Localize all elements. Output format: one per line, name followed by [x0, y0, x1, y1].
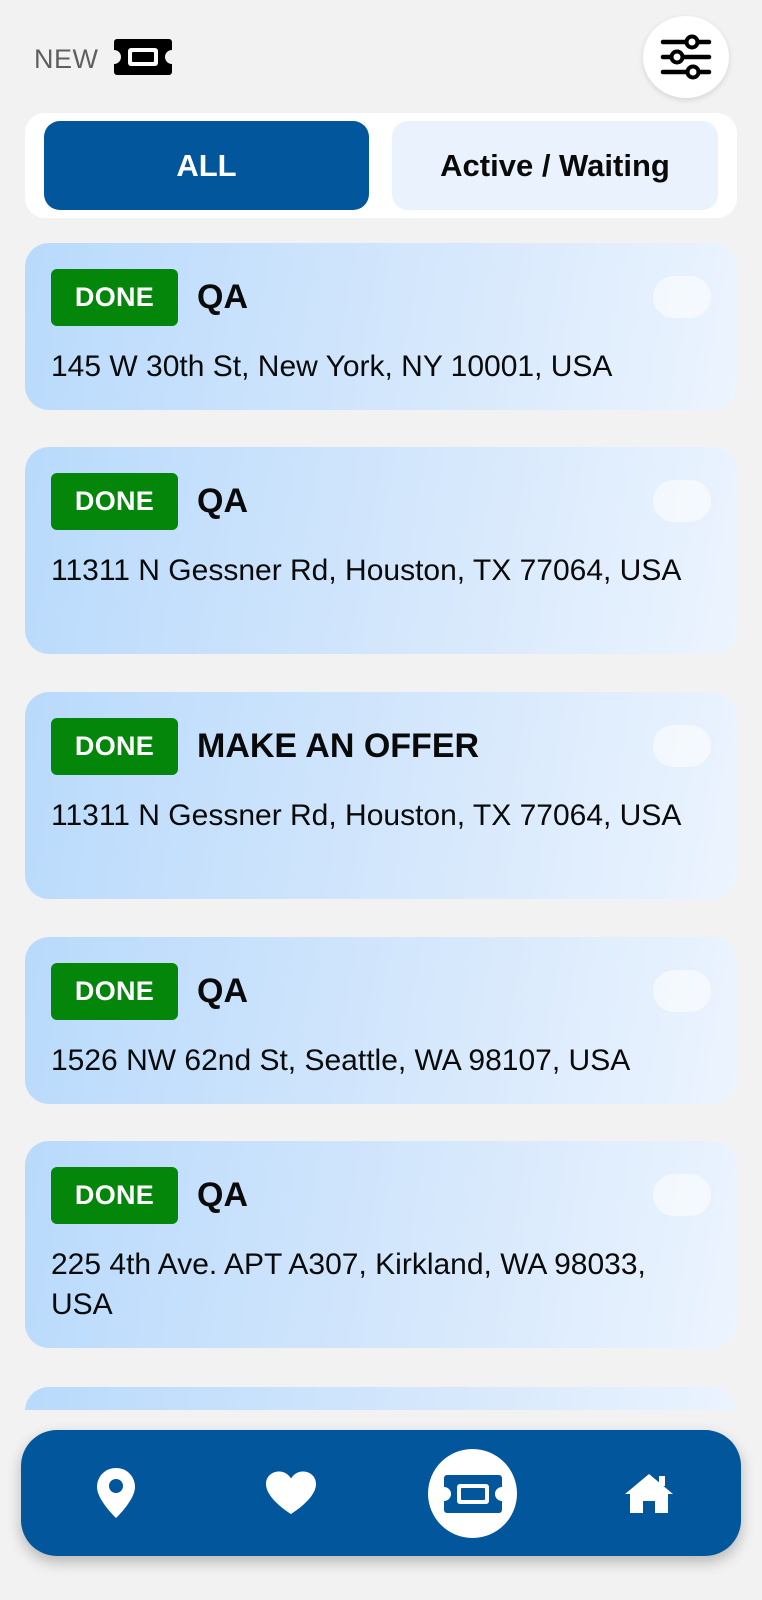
bottom-nav: [21, 1430, 741, 1556]
card-toggle[interactable]: [653, 480, 711, 522]
nav-tickets[interactable]: [428, 1449, 517, 1538]
ticket-icon: [443, 1474, 502, 1513]
list-item[interactable]: DONE QA 11311 N Gessner Rd, Houston, TX …: [25, 447, 737, 654]
card-toggle[interactable]: [653, 970, 711, 1012]
card-address: 11311 N Gessner Rd, Houston, TX 77064, U…: [51, 799, 682, 832]
list-item[interactable]: [25, 1387, 737, 1410]
card-toggle[interactable]: [653, 276, 711, 318]
ticket-icon[interactable]: [113, 37, 173, 77]
card-title: QA: [197, 972, 248, 1010]
card-address: 145 W 30th St, New York, NY 10001, USA: [51, 350, 613, 383]
filter-tabs: ALL Active / Waiting: [25, 113, 737, 218]
tab-active-waiting[interactable]: Active / Waiting: [392, 121, 718, 210]
card-title: QA: [197, 482, 248, 520]
app-screen: NEW ALL Active / Waiting DONE QA 145 W 3…: [0, 0, 762, 1600]
card-title: QA: [197, 1176, 248, 1214]
list-item[interactable]: DONE MAKE AN OFFER 11311 N Gessner Rd, H…: [25, 692, 737, 899]
heart-icon: [266, 1471, 316, 1514]
status-badge: DONE: [51, 269, 178, 326]
home-icon: [625, 1474, 673, 1513]
tab-all[interactable]: ALL: [44, 121, 369, 210]
card-title: MAKE AN OFFER: [197, 727, 480, 765]
list-item[interactable]: DONE QA 225 4th Ave. APT A307, Kirkland,…: [25, 1141, 737, 1348]
new-label: NEW: [34, 44, 99, 74]
status-badge: DONE: [51, 473, 178, 530]
nav-home[interactable]: [609, 1430, 689, 1556]
status-badge: DONE: [51, 1167, 178, 1224]
status-badge: DONE: [51, 718, 178, 775]
card-address: 11311 N Gessner Rd, Houston, TX 77064, U…: [51, 554, 682, 587]
list-item[interactable]: DONE QA 145 W 30th St, New York, NY 1000…: [25, 243, 737, 410]
status-badge: DONE: [51, 963, 178, 1020]
sliders-icon: [660, 34, 712, 80]
nav-favorites[interactable]: [251, 1430, 331, 1556]
card-address: 1526 NW 62nd St, Seattle, WA 98107, USA: [51, 1044, 631, 1077]
header: NEW: [0, 0, 762, 110]
card-toggle[interactable]: [653, 725, 711, 767]
filter-button[interactable]: [643, 16, 729, 98]
ticket-list[interactable]: DONE QA 145 W 30th St, New York, NY 1000…: [25, 243, 737, 1410]
map-pin-icon: [97, 1468, 135, 1518]
list-item[interactable]: DONE QA 1526 NW 62nd St, Seattle, WA 981…: [25, 937, 737, 1104]
nav-map[interactable]: [76, 1430, 156, 1556]
card-toggle[interactable]: [653, 1174, 711, 1216]
card-title: QA: [197, 278, 248, 316]
card-address: 225 4th Ave. APT A307, Kirkland, WA 9803…: [51, 1248, 646, 1321]
